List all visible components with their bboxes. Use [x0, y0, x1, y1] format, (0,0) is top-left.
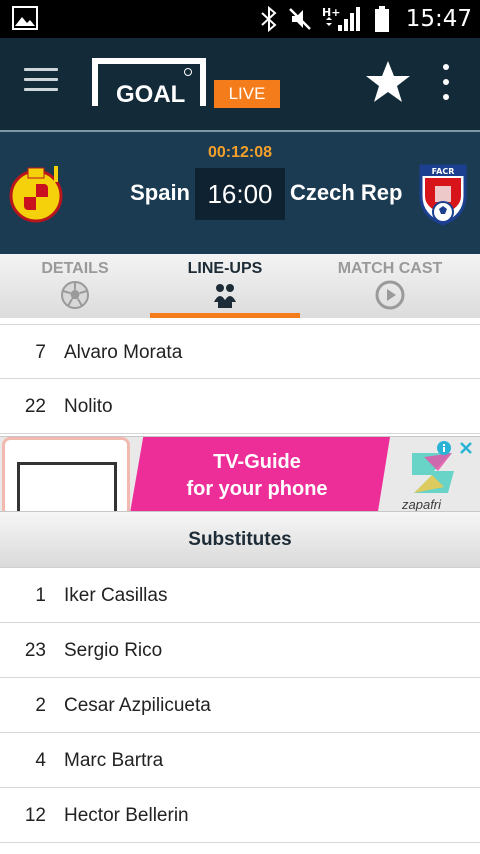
- player-name: Cesar Azpilicueta: [64, 695, 211, 716]
- player-name: Sergio Rico: [64, 640, 163, 661]
- tab-label: MATCH CAST: [337, 260, 443, 277]
- player-number: 7: [35, 342, 46, 363]
- player-name: Marc Bartra: [64, 750, 164, 771]
- ad-brand: zapafri: [402, 497, 442, 512]
- ad-info-icon[interactable]: [436, 440, 452, 456]
- player-number: 1: [35, 585, 46, 606]
- menu-icon: [24, 68, 58, 71]
- player-row[interactable]: 4 Marc Bartra: [0, 733, 480, 788]
- player-row[interactable]: 2 Cesar Azpilicueta: [0, 678, 480, 733]
- player-row[interactable]: 22 Nolito: [0, 379, 480, 434]
- player-number: 12: [24, 805, 46, 826]
- active-tab-indicator: [150, 313, 300, 318]
- tab-bar: DETAILS LINE-UPS MATCH CAST: [0, 254, 480, 318]
- clock: 15:47: [405, 6, 472, 32]
- svg-text:FACR: FACR: [432, 167, 455, 176]
- status-bar: H+ 15:47: [0, 0, 480, 38]
- ad-banner[interactable]: TV-Guide for your phone zapafri: [0, 436, 480, 512]
- spain-crest-icon[interactable]: [8, 162, 64, 224]
- player-name: Iker Casillas: [64, 585, 168, 606]
- play-circle-icon: [375, 280, 405, 310]
- player-number: 4: [35, 750, 46, 771]
- player-number: 22: [24, 396, 46, 417]
- substitutes-header: Substitutes: [0, 512, 480, 568]
- player-row[interactable]: 7 Alvaro Morata: [0, 324, 480, 379]
- tab-details[interactable]: DETAILS: [0, 254, 150, 318]
- gallery-icon: [12, 6, 38, 30]
- football-icon: [61, 281, 89, 309]
- player-name: Alvaro Morata: [64, 342, 183, 363]
- away-team-name: Czech Rep: [290, 180, 403, 205]
- ad-close-icon[interactable]: [458, 440, 474, 456]
- battery-icon: [374, 6, 389, 32]
- czech-crest-icon[interactable]: FACR: [416, 160, 470, 226]
- player-row[interactable]: 12 Hector Bellerin: [0, 788, 480, 843]
- player-name: Hector Bellerin: [64, 805, 189, 826]
- match-header: 00:12:08 Spain 16:00 Czech Rep FACR: [0, 130, 480, 254]
- goal-logo[interactable]: GOAL LIVE: [92, 58, 288, 110]
- player-number: 2: [35, 695, 46, 716]
- more-vert-icon[interactable]: [438, 64, 454, 100]
- star-icon[interactable]: [364, 58, 412, 106]
- ad-headline: TV-Guide for your phone: [186, 451, 328, 500]
- phone-illustration: [2, 437, 130, 511]
- tab-match-cast[interactable]: MATCH CAST: [300, 254, 480, 318]
- match-elapsed-time: 00:12:08: [207, 144, 273, 161]
- home-team-name: Spain: [130, 180, 190, 205]
- mute-icon: [288, 8, 311, 30]
- tab-label: DETAILS: [41, 260, 109, 277]
- svg-text:H+: H+: [322, 6, 340, 19]
- player-row[interactable]: 1 Iker Casillas: [0, 568, 480, 623]
- player-number: 23: [24, 640, 46, 661]
- live-badge: LIVE: [214, 80, 280, 108]
- tab-label: LINE-UPS: [187, 260, 263, 277]
- kickoff-time: 16:00: [195, 168, 285, 220]
- bluetooth-icon: [261, 6, 277, 32]
- player-row[interactable]: 23 Sergio Rico: [0, 623, 480, 678]
- logo-text: GOAL: [112, 81, 190, 109]
- player-name: Nolito: [64, 396, 113, 417]
- menu-button[interactable]: [24, 68, 58, 96]
- tab-line-ups[interactable]: LINE-UPS: [150, 254, 300, 318]
- hspa-signal-icon: H+: [322, 6, 360, 31]
- players-icon: [214, 284, 236, 308]
- app-bar: GOAL LIVE: [0, 38, 480, 130]
